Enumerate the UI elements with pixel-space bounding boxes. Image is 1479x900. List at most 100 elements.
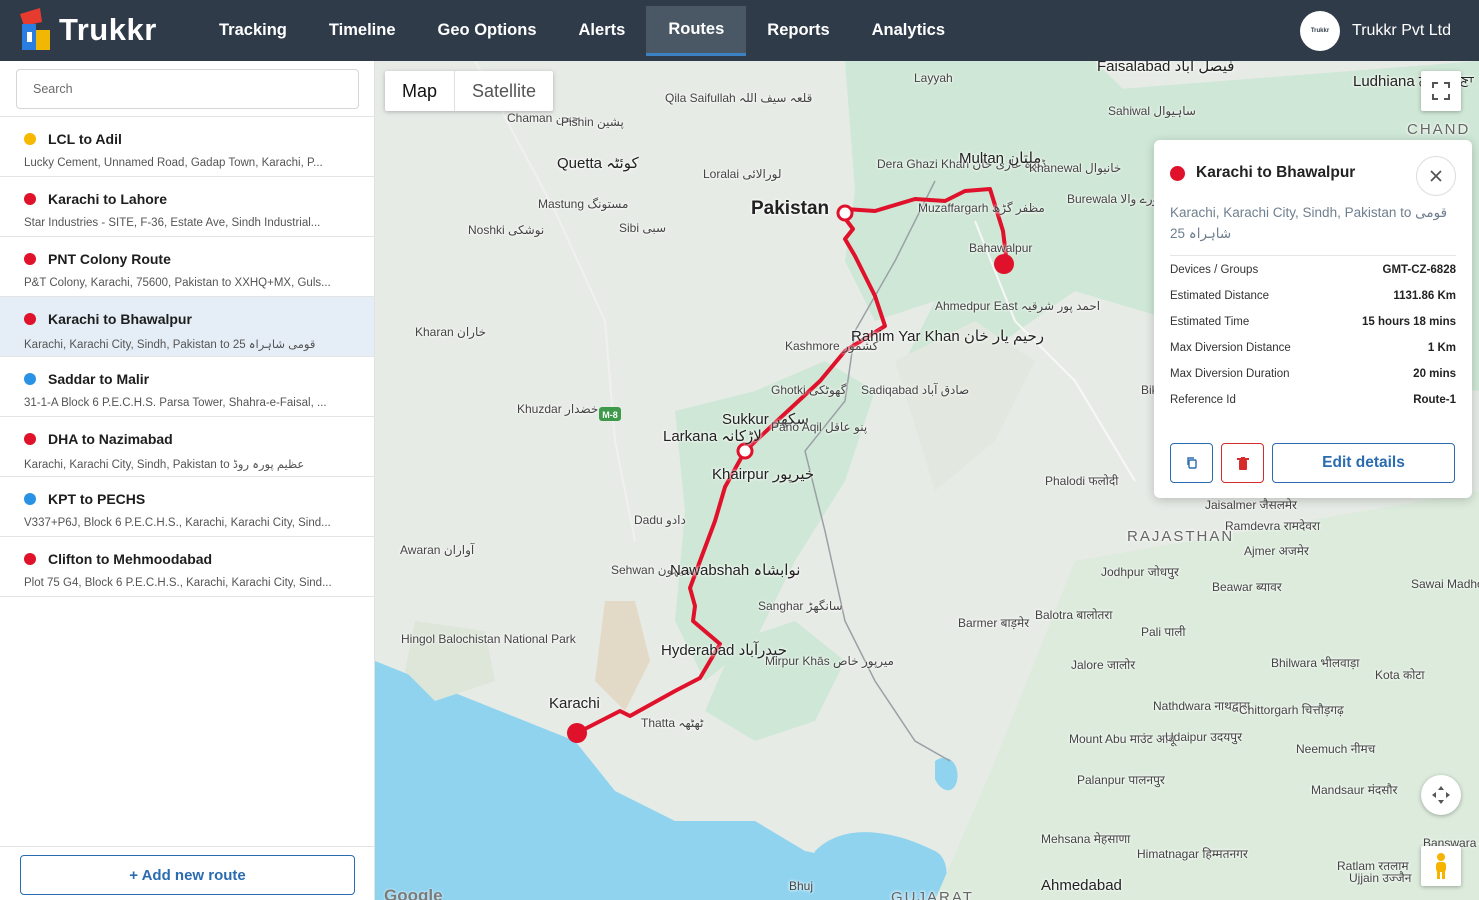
route-title-row: Karachi to Lahore <box>24 190 350 208</box>
fullscreen-button[interactable] <box>1421 71 1461 111</box>
company-avatar: Trukkr <box>1300 11 1341 51</box>
map-place-label: Ahmedpur East احمد پور شرقیہ <box>935 299 1101 313</box>
route-list-item[interactable]: LCL to Adil Lucky Cement, Unnamed Road, G… <box>0 117 374 177</box>
map-type-map-button[interactable]: Map <box>385 71 456 111</box>
map-place-label: Sadiqabad صادق آباد <box>861 383 970 397</box>
route-description: Karachi, Karachi City, Sindh, Pakistan t… <box>1170 205 1448 241</box>
m8-highway-label: M-8 <box>602 410 618 420</box>
top-navigation-bar: Trukkr Tracking Timeline Geo Options Ale… <box>0 0 1479 61</box>
map-place-label: Awaran آواران <box>400 543 475 557</box>
waypoint-marker <box>836 204 854 222</box>
map-place-label: Qila Saifullah قلعہ سیف اللہ <box>665 91 813 105</box>
add-new-route-button[interactable]: + Add new route <box>20 855 355 895</box>
search-input[interactable] <box>16 69 359 109</box>
route-title: LCL to Adil <box>48 131 122 147</box>
add-route-footer: + Add new route <box>0 846 374 900</box>
map-place-label: Nawabshah نوابشاہ <box>670 562 801 579</box>
map-place-label: Mount Abu माउंट आबू <box>1069 732 1176 746</box>
brand-name: Trukkr <box>59 12 157 47</box>
trukkr-logo[interactable]: Trukkr <box>18 7 157 53</box>
delete-route-button[interactable] <box>1221 443 1264 483</box>
nav-alerts[interactable]: Alerts <box>558 0 647 61</box>
detail-row: Max Diversion Distance 1 Km <box>1170 342 1456 360</box>
route-list-item[interactable]: Clifton to Mehmoodabad Plot 75 G4, Block … <box>0 537 374 597</box>
map-place-label: Noshki نوشکی <box>468 223 545 237</box>
route-list-item[interactable]: Karachi to Lahore Star Industries - SITE,… <box>0 177 374 237</box>
map-place-label: Sahiwal ساہیوال <box>1108 104 1196 118</box>
detail-label: Estimated Time <box>1170 316 1250 328</box>
map-place-label: Faisalabad فیصل آباد <box>1097 61 1235 75</box>
search-bar <box>0 61 374 117</box>
street-view-pegman[interactable] <box>1421 846 1461 886</box>
waypoint-marker <box>736 442 754 460</box>
route-title-row: LCL to Adil <box>24 130 350 148</box>
route-list-item[interactable]: PNT Colony Route P&T Colony, Karachi, 756… <box>0 237 374 297</box>
map-place-label: Jaisalmer जैसलमेर <box>1205 498 1297 512</box>
map-place-label: Barmer बाड़मेर <box>958 616 1030 630</box>
copy-icon <box>1186 457 1197 469</box>
detail-label: Estimated Distance <box>1170 290 1270 302</box>
route-color-dot <box>24 193 36 205</box>
route-color-dot <box>24 493 36 505</box>
map-place-label: Burewala بورے والا <box>1067 192 1163 206</box>
route-list-item[interactable]: KPT to PECHS V337+P6J, Block 6 P.E.C.H.S.… <box>0 477 374 537</box>
detail-row: Estimated Distance 1131.86 Km <box>1170 290 1456 308</box>
edit-details-button[interactable]: Edit details <box>1272 443 1455 483</box>
detail-row: Reference Id Route-1 <box>1170 394 1456 412</box>
map-place-label: Thatta ٹھٹھہ <box>641 716 704 730</box>
route-title-row: PNT Colony Route <box>24 250 350 268</box>
route-subtitle: Star Industries - SITE, F-36, Estate Ave… <box>24 217 321 229</box>
route-end-marker <box>994 254 1014 274</box>
route-title: PNT Colony Route <box>48 251 171 267</box>
google-logo: Google <box>384 886 443 900</box>
route-color-dot <box>24 133 36 145</box>
detail-value: 1 Km <box>1427 342 1456 354</box>
route-list-item[interactable]: Saddar to Malir 31-1-A Block 6 P.E.C.H.S.… <box>0 357 374 417</box>
route-color-dot <box>1170 165 1185 181</box>
map-place-label: Udaipur उदयपुर <box>1165 730 1242 744</box>
company-name: Trukkr Pvt Ltd <box>1352 22 1451 39</box>
map-type-satellite-button[interactable]: Satellite <box>455 71 553 111</box>
nav-tracking[interactable]: Tracking <box>198 0 308 61</box>
map-place-label: Bahawalpur <box>969 241 1033 255</box>
nav-routes[interactable]: Routes <box>646 6 747 56</box>
route-list-item[interactable]: DHA to Nazimabad Karachi, Karachi City, S… <box>0 417 374 477</box>
map-place-label: Sibi سبی <box>619 221 667 235</box>
detail-value: 20 mins <box>1413 368 1456 380</box>
panel-divider <box>1170 255 1456 256</box>
map-place-label: Kharan خاران <box>415 325 487 339</box>
map-place-label: Sanghar سانگھڑ <box>758 599 843 613</box>
detail-row: Estimated Time 15 hours 18 mins <box>1170 316 1456 334</box>
nav-timeline[interactable]: Timeline <box>308 0 417 61</box>
route-title: Saddar to Malir <box>48 371 150 387</box>
panel-header: Karachi to Bhawalpur <box>1170 164 1355 182</box>
route-color-dot <box>24 313 36 325</box>
route-color-dot <box>24 253 36 265</box>
nav-reports[interactable]: Reports <box>746 0 850 61</box>
map-place-label: Kota कोटा <box>1375 668 1425 682</box>
map-place-label: Pishin پشین <box>561 115 624 129</box>
route-subtitle: 31-1-A Block 6 P.E.C.H.S. Parsa Tower, S… <box>24 397 327 409</box>
detail-value: Route-1 <box>1413 394 1456 406</box>
map-camera-control[interactable] <box>1421 775 1461 815</box>
map-place-label: Bhuj <box>789 879 814 893</box>
company-menu[interactable]: Trukkr Trukkr Pvt Ltd <box>1300 11 1451 51</box>
copy-route-button[interactable] <box>1170 443 1213 483</box>
route-subtitle: Karachi, Karachi City, Sindh, Pakistan t… <box>24 339 316 351</box>
route-list-item[interactable]: Karachi to Bhawalpur Karachi, Karachi Cit… <box>0 297 374 357</box>
nav-geo-options[interactable]: Geo Options <box>417 0 558 61</box>
fullscreen-icon <box>1432 82 1450 100</box>
detail-value: GMT-CZ-6828 <box>1382 264 1457 276</box>
detail-value: 15 hours 18 mins <box>1362 316 1456 328</box>
pegman-icon <box>1436 853 1446 879</box>
map-place-label: Phalodi फलोदी <box>1045 474 1119 488</box>
map-place-label: Quetta کوئٹہ <box>557 155 639 172</box>
company-avatar-text: Trukkr <box>1310 28 1330 34</box>
map-place-label: Mandsaur मंदसौर <box>1311 783 1398 797</box>
close-panel-button[interactable] <box>1416 156 1456 196</box>
map-place-label: Hingol Balochistan National Park <box>401 632 576 646</box>
map-place-label: Ahmedabad <box>1041 877 1122 894</box>
nav-analytics[interactable]: Analytics <box>851 0 966 61</box>
route-title: KPT to PECHS <box>48 491 146 507</box>
route-start-marker <box>567 723 587 743</box>
